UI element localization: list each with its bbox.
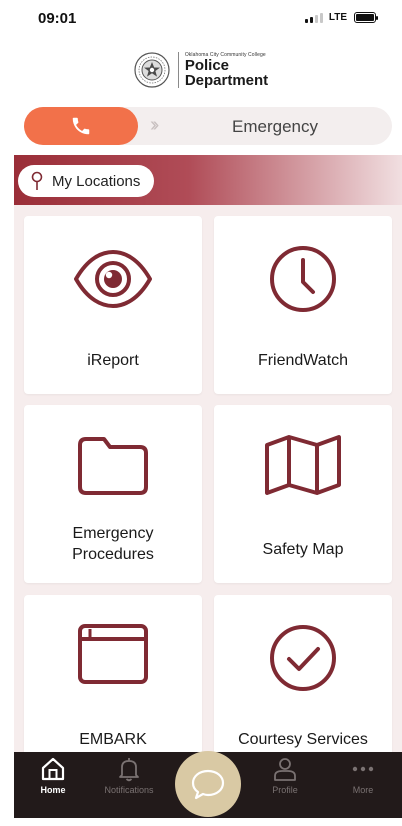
bottom-navigation: Home Notifications Profile More [14,751,402,818]
signal-icon [304,12,323,23]
locations-banner: My Locations [14,155,402,205]
more-dots-icon [352,766,374,772]
tile-ireport[interactable]: iReport [24,216,202,394]
my-locations-button[interactable]: My Locations [18,165,155,197]
app-header: Oklahoma City Community College Police D… [0,40,402,100]
label-line-1: Emergency [72,525,154,542]
nav-notifications-label: Notifications [104,785,154,795]
title-line2: Department [184,72,269,89]
chevron-right-icon: ›› [150,114,160,136]
browser-window-icon [78,624,148,684]
tile-safety-map-label: Safety Map [262,541,344,558]
status-indicators: LTE [304,12,378,23]
feature-grid: iReport FriendWatch Emergency Procedures [14,205,402,752]
label-line-2: Procedures [72,546,154,563]
nav-more-label: More [352,785,374,795]
status-bar: 09:01 LTE [0,0,402,40]
network-label: LTE [328,12,347,23]
user-icon [274,758,296,781]
tile-safety-map[interactable]: Safety Map [214,405,392,583]
title-line1: Police [184,57,229,74]
map-icon [265,435,341,495]
clock-icon [270,246,336,312]
folder-icon [78,437,148,495]
check-circle-icon [270,625,336,691]
tile-courtesy-services[interactable]: Courtesy Services [214,595,392,752]
chat-button[interactable] [175,751,241,817]
tile-ireport-label: iReport [87,352,139,369]
eye-icon [74,250,152,308]
nav-home[interactable]: Home [18,756,88,795]
home-icon [41,757,65,781]
tile-emergency-procedures[interactable]: Emergency Procedures [24,405,202,583]
police-seal-logo [134,52,170,88]
tile-embark-label: EMBARK [79,731,147,748]
emergency-swipe-handle[interactable] [24,107,138,145]
emergency-swipe-bar[interactable]: ›› Emergency [24,107,392,145]
tile-friendwatch-label: FriendWatch [257,352,349,369]
tile-friendwatch[interactable]: FriendWatch [214,216,392,394]
status-time: 09:01 [38,10,77,27]
phone-icon [72,117,90,135]
battery-icon [354,12,378,23]
emergency-label: Emergency [232,117,318,136]
map-pin-icon [31,171,43,190]
brand-text: Oklahoma City Community College Police D… [177,52,269,89]
nav-home-label: Home [40,785,66,795]
nav-profile-label: Profile [272,785,298,795]
nav-notifications[interactable]: Notifications [94,756,164,795]
chat-bubble-icon [191,769,225,800]
tile-embark[interactable]: EMBARK [24,595,202,752]
my-locations-label: My Locations [52,172,141,190]
tile-emergency-procedures-label: Emergency Procedures [30,523,196,565]
home-indicator [140,821,275,826]
nav-profile[interactable]: Profile [250,756,320,795]
nav-more[interactable]: More [328,756,398,795]
tile-courtesy-services-label: Courtesy Services [238,731,368,748]
bell-icon [119,758,139,782]
